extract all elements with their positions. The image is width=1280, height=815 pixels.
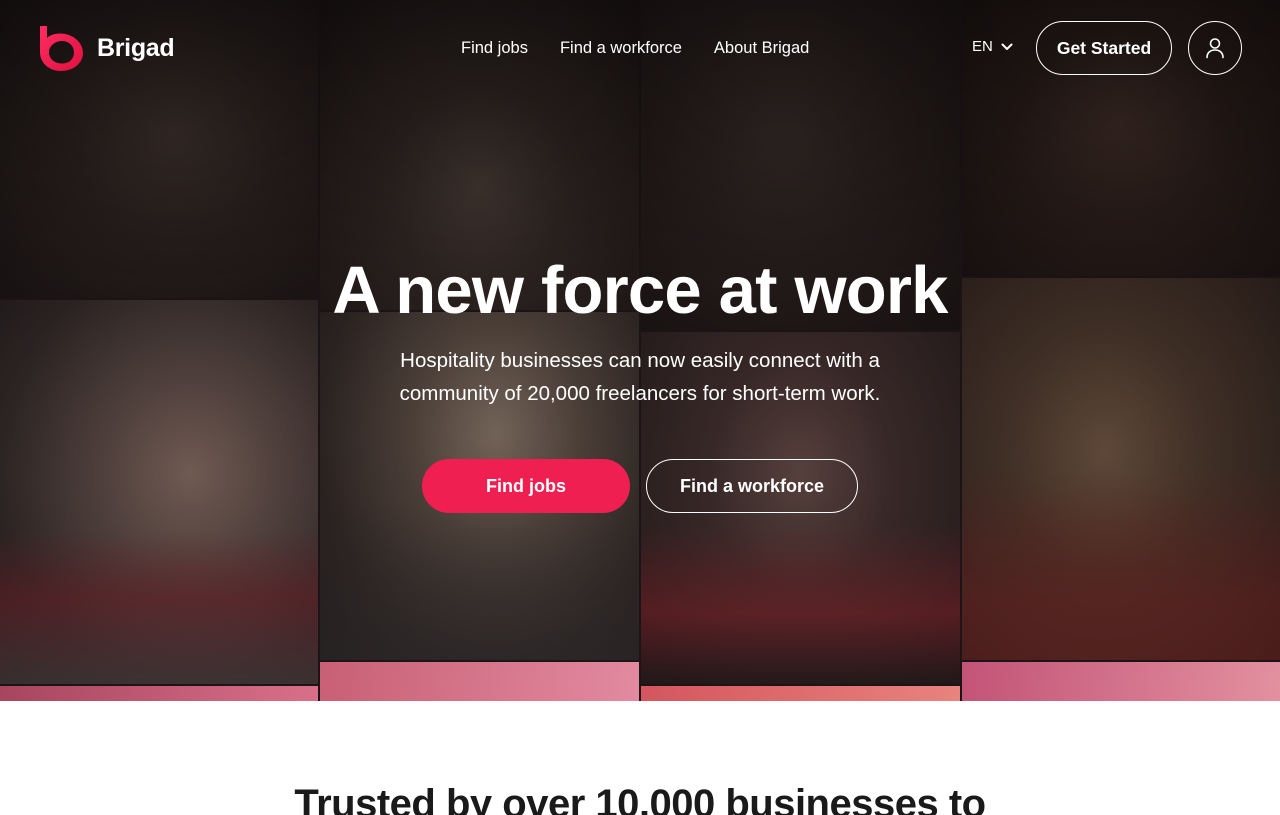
get-started-button[interactable]: Get Started [1036, 21, 1172, 75]
hero-subtitle-line-2: community of 20,000 freelancers for shor… [399, 382, 881, 405]
hero-title: A new force at work [332, 253, 948, 328]
brand-name: Brigad [97, 33, 175, 62]
top-navigation: Brigad Find jobs Find a workforce About … [0, 0, 1280, 96]
user-icon [1206, 38, 1224, 59]
hero-section: Brigad Find jobs Find a workforce About … [0, 0, 1280, 701]
hero-subtitle-line-1: Hospitality businesses can now easily co… [400, 349, 880, 372]
brand-logo[interactable]: Brigad [38, 24, 175, 72]
brigad-logo-icon [38, 24, 85, 72]
account-button[interactable] [1188, 21, 1242, 75]
find-jobs-button[interactable]: Find jobs [422, 459, 630, 513]
hero-subtitle: Hospitality businesses can now easily co… [340, 344, 940, 410]
main-menu: Find jobs Find a workforce About Brigad [461, 38, 809, 58]
find-workforce-button[interactable]: Find a workforce [646, 459, 858, 513]
chevron-down-icon [1001, 43, 1013, 50]
nav-link-find-jobs[interactable]: Find jobs [461, 38, 528, 58]
nav-link-find-workforce[interactable]: Find a workforce [560, 38, 682, 58]
language-code: EN [972, 38, 993, 55]
language-selector[interactable]: EN [972, 38, 1013, 55]
nav-link-about[interactable]: About Brigad [714, 38, 809, 58]
trusted-heading: Trusted by over 10,000 businesses to [294, 782, 986, 815]
